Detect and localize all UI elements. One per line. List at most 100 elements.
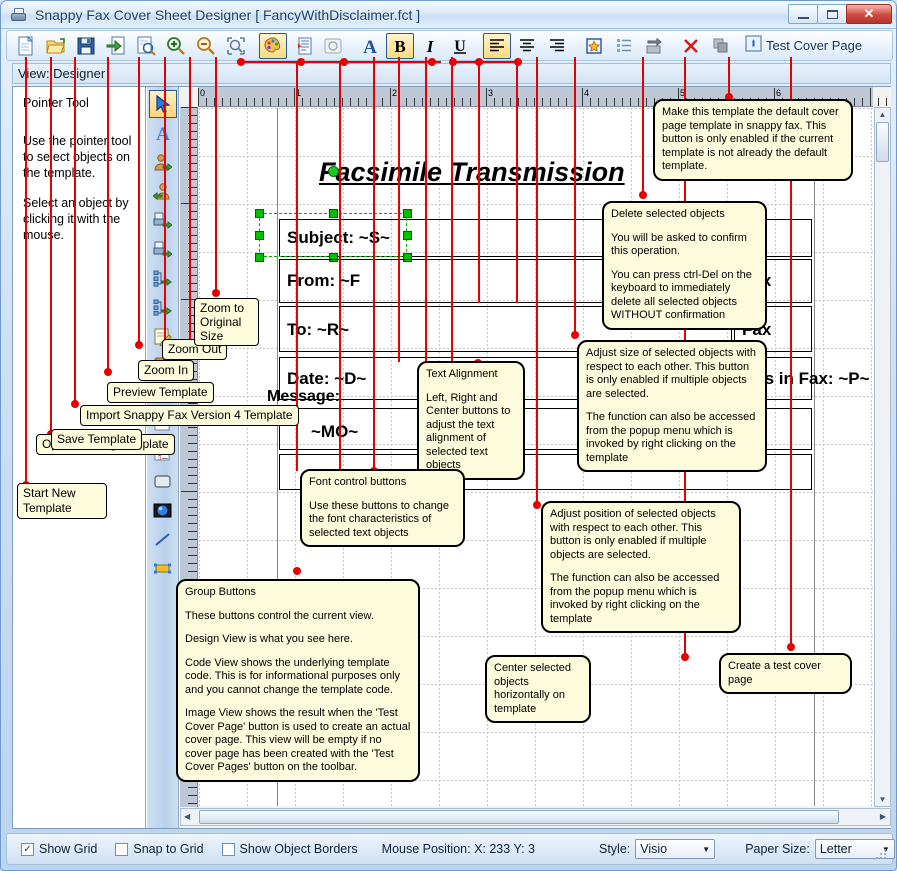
selection-handle[interactable] — [255, 253, 264, 262]
preview-template-button[interactable] — [132, 33, 160, 59]
code-view-button[interactable] — [289, 33, 317, 59]
position-objects-button[interactable] — [640, 33, 668, 59]
recipient-field-tool[interactable] — [149, 177, 177, 205]
template-page[interactable]: Facsimile Transmission Subject: ~S~ From… — [199, 108, 874, 806]
memo-tool[interactable] — [149, 322, 177, 350]
sender-field-tool[interactable] — [149, 148, 177, 176]
line-tool[interactable] — [149, 525, 177, 553]
pointer-tool[interactable] — [148, 90, 177, 118]
date-tool[interactable] — [149, 380, 177, 408]
mouse-position-readout: Mouse Position: X: 233 Y: 3 — [381, 842, 535, 856]
h-ruler-number: 6 — [776, 88, 782, 98]
zoom-in-button[interactable] — [162, 33, 190, 59]
notes-tool[interactable] — [149, 351, 177, 379]
align-left-button[interactable] — [483, 32, 511, 59]
vertical-ruler — [180, 107, 198, 807]
scroll-up-arrow[interactable]: ▲ — [875, 110, 890, 119]
memo-field-label[interactable]: ~MO~ — [311, 422, 358, 442]
delete-objects-button[interactable] — [677, 33, 705, 59]
h-ruler-number: 4 — [584, 88, 590, 98]
scroll-thumb[interactable] — [199, 810, 839, 824]
svg-text:A: A — [363, 37, 377, 56]
show-grid-checkbox[interactable]: ✓ Show Grid — [21, 842, 97, 856]
pages-field-label[interactable]: Pages in Fax: ~P~ — [724, 369, 870, 389]
h-ruler-number: 3 — [488, 88, 494, 98]
scroll-thumb[interactable] — [876, 122, 889, 162]
center-horizontally-button[interactable] — [707, 33, 735, 59]
snap-to-grid-check-mark — [115, 842, 129, 856]
to-field-label[interactable]: To: ~R~ — [287, 320, 349, 340]
selection-handle[interactable] — [329, 209, 338, 218]
image-view-button[interactable] — [319, 33, 347, 59]
test-cover-page-label: Test Cover Page — [766, 38, 863, 53]
status-bar: ✓ Show Grid Snap to Grid Show Object Bor… — [6, 833, 895, 865]
size-objects-button[interactable] — [610, 33, 638, 59]
selection-handle[interactable] — [403, 209, 412, 218]
from-field-label[interactable]: From: ~F — [287, 271, 360, 291]
help-pane-paragraph-1: Use the pointer tool to select objects o… — [23, 134, 132, 180]
test-cover-page-button[interactable]: Test Cover Page — [745, 35, 862, 57]
style-combobox[interactable]: Visio ▼ — [635, 839, 716, 859]
show-object-borders-label: Show Object Borders — [239, 842, 358, 856]
font-button[interactable]: A — [356, 33, 384, 59]
rectangle-tool[interactable] — [149, 554, 177, 582]
underline-button[interactable]: U — [446, 33, 474, 59]
application-window: Snappy Fax Cover Sheet Designer [ FancyW… — [0, 0, 897, 871]
time-tool[interactable] — [149, 409, 177, 437]
date-field-label[interactable]: Date: ~D~ — [287, 369, 366, 389]
image-tool[interactable] — [149, 496, 177, 524]
sender-company-tool[interactable] — [149, 264, 177, 292]
chevron-down-icon: ▼ — [702, 844, 711, 854]
window-controls: ✕ — [788, 4, 892, 24]
svg-text:I: I — [426, 37, 435, 56]
selection-handle[interactable] — [255, 209, 264, 218]
maximize-button[interactable] — [817, 4, 847, 24]
text-tool[interactable]: A — [149, 119, 177, 147]
selection-handle[interactable] — [255, 231, 264, 240]
pages-tool[interactable]: 123 — [149, 438, 177, 466]
message-label[interactable]: Message: — [267, 388, 340, 406]
box-tool[interactable] — [149, 467, 177, 495]
snap-to-grid-label: Snap to Grid — [133, 842, 204, 856]
scroll-down-arrow[interactable]: ▼ — [875, 795, 890, 804]
bold-button[interactable]: B — [386, 32, 414, 59]
from-fax-label[interactable]: Fax — [742, 271, 771, 291]
canvas-vertical-scrollbar[interactable]: ▲ ▼ — [874, 107, 891, 807]
italic-button[interactable]: I — [416, 33, 444, 59]
style-selector[interactable]: Style: Visio ▼ — [599, 839, 716, 859]
zoom-original-button[interactable] — [222, 33, 250, 59]
scroll-right-arrow[interactable]: ▶ — [880, 812, 886, 821]
recipient-company-tool[interactable] — [149, 293, 177, 321]
rotation-handle[interactable] — [328, 166, 339, 177]
resize-grip[interactable] — [875, 849, 887, 861]
save-template-button[interactable] — [72, 33, 100, 59]
import-template-button[interactable] — [102, 33, 130, 59]
zoom-out-button[interactable] — [192, 33, 220, 59]
canvas-horizontal-scrollbar[interactable]: ◀ ▶ — [180, 808, 891, 826]
design-view-button[interactable] — [259, 32, 287, 59]
show-object-borders-checkbox[interactable]: Show Object Borders — [221, 842, 358, 856]
extra-row-1[interactable] — [279, 454, 812, 490]
document-title[interactable]: Facsimile Transmission — [319, 157, 625, 188]
recipient-fax-tool[interactable] — [149, 235, 177, 263]
test-cover-page-icon — [745, 35, 762, 57]
align-center-button[interactable] — [513, 33, 541, 59]
paper-size-label: Paper Size: — [745, 842, 810, 856]
new-template-button[interactable] — [12, 33, 40, 59]
open-template-button[interactable] — [42, 33, 70, 59]
default-cover-page-button[interactable] — [580, 33, 608, 59]
sender-fax-tool[interactable] — [149, 206, 177, 234]
minimize-button[interactable] — [788, 4, 818, 24]
align-right-button[interactable] — [543, 33, 571, 59]
close-button[interactable]: ✕ — [846, 4, 892, 24]
selection-handle[interactable] — [403, 231, 412, 240]
main-toolbar: A B I U Test Cover Page — [6, 30, 893, 61]
canvas-area[interactable]: 0 1 2 3 4 5 6 Facsimile Transmission Sub… — [180, 87, 891, 828]
memo-field-box[interactable] — [279, 408, 812, 450]
fax-machine-icon — [9, 6, 29, 24]
paper-size-selector[interactable]: Paper Size: Letter ▼ — [745, 839, 895, 859]
to-fax-label[interactable]: Fax — [742, 320, 771, 340]
scroll-left-arrow[interactable]: ◀ — [184, 812, 190, 821]
snap-to-grid-checkbox[interactable]: Snap to Grid — [115, 842, 204, 856]
window-title: Snappy Fax Cover Sheet Designer [ FancyW… — [35, 6, 421, 23]
